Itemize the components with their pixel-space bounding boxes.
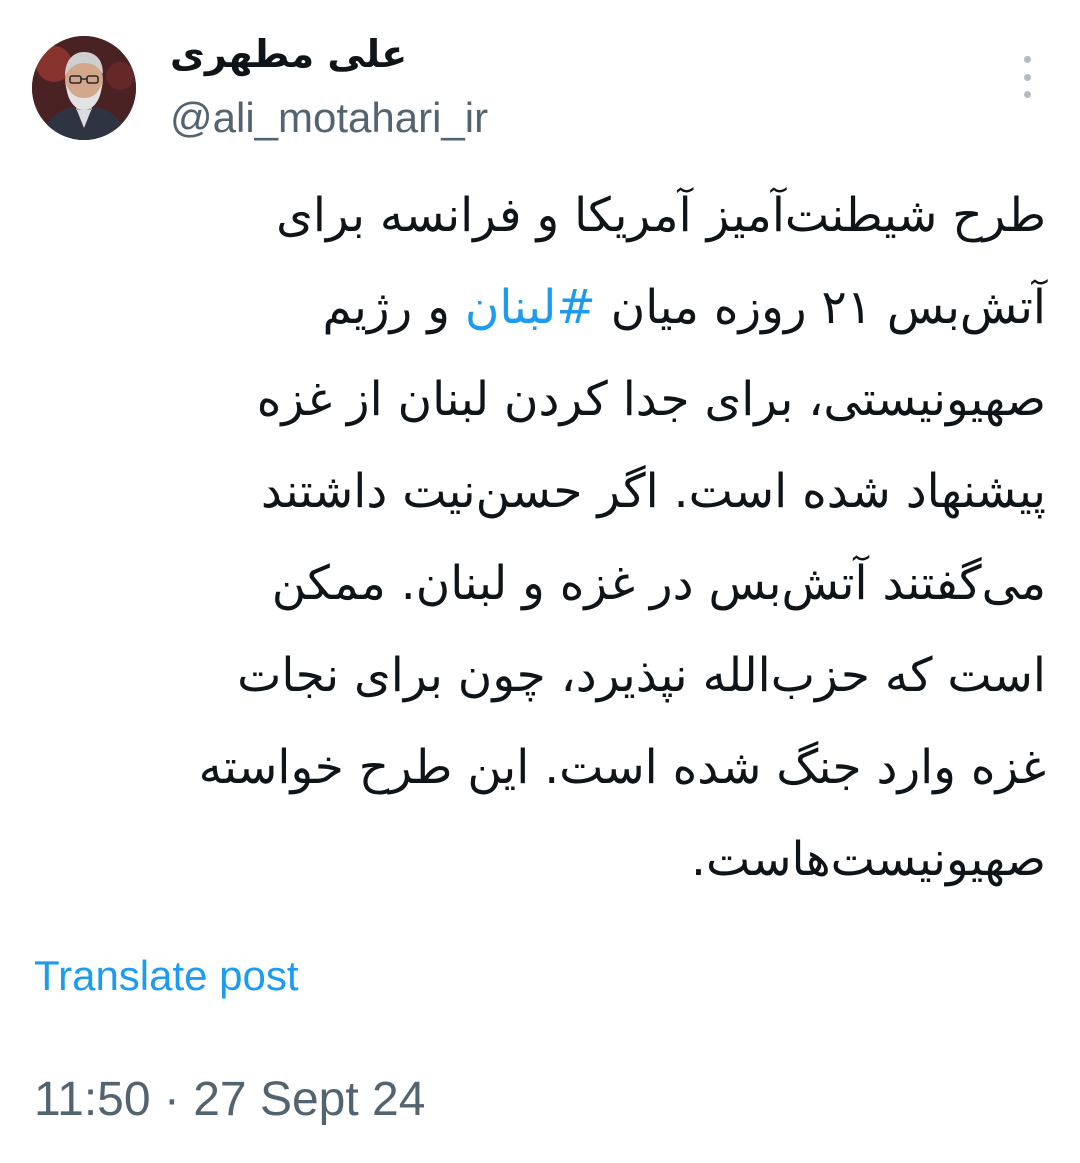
post-text-segment: پیشنهاد شده است. اگر حسن‌نیت داشتند — [260, 464, 1046, 519]
post: علی مطهری @ali_motahari_ir طرح شیطنت‌آمی… — [0, 0, 1080, 1163]
post-text-line: غزه وارد جنگ شده است. این طرح خواسته — [46, 722, 1046, 814]
post-text-line: طرح شیطنت‌آمیز آمریکا و فرانسه برای — [46, 170, 1046, 262]
hashtag-link[interactable]: #لبنان — [465, 280, 596, 335]
post-text: طرح شیطنت‌آمیز آمریکا و فرانسه برای آتش‌… — [46, 170, 1046, 906]
post-text-segment: و رژیم — [322, 280, 465, 335]
avatar-image — [32, 36, 136, 140]
post-text-segment: غزه وارد جنگ شده است. این طرح خواسته — [198, 740, 1046, 795]
translate-post-link[interactable]: Translate post — [34, 948, 299, 1004]
post-text-segment: آتش‌بس ۲۱ روزه میان — [595, 280, 1046, 335]
post-text-segment: صهیونیستی، برای جدا کردن لبنان از غزه — [256, 372, 1046, 427]
post-text-line: صهیونیست‌هاست. — [46, 814, 1046, 906]
more-dot — [1023, 56, 1031, 63]
avatar[interactable] — [32, 36, 136, 140]
post-text-line: صهیونیستی، برای جدا کردن لبنان از غزه — [46, 354, 1046, 446]
post-text-line: پیشنهاد شده است. اگر حسن‌نیت داشتند — [46, 446, 1046, 538]
author-display-name[interactable]: علی مطهری — [170, 26, 407, 82]
post-timestamp[interactable]: 11:50 · 27 Sept 24 — [34, 1068, 425, 1132]
post-text-line: آتش‌بس ۲۱ روزه میان #لبنان و رژیم — [46, 262, 1047, 354]
author-handle[interactable]: @ali_motahari_ir — [170, 88, 488, 148]
post-text-segment: می‌گفتند آتش‌بس در غزه و لبنان. ممکن — [271, 556, 1046, 611]
more-dot — [1023, 91, 1031, 98]
post-text-line: می‌گفتند آتش‌بس در غزه و لبنان. ممکن — [46, 538, 1046, 630]
post-text-segment: صهیونیست‌هاست. — [691, 832, 1046, 887]
more-options-icon[interactable] — [1014, 56, 1040, 98]
post-text-segment: است که حزب‌الله نپذیرد، چون برای نجات — [237, 648, 1046, 703]
post-text-line: است که حزب‌الله نپذیرد، چون برای نجات — [46, 630, 1046, 722]
post-text-segment: طرح شیطنت‌آمیز آمریکا و فرانسه برای — [276, 188, 1046, 243]
more-dot — [1023, 73, 1031, 81]
